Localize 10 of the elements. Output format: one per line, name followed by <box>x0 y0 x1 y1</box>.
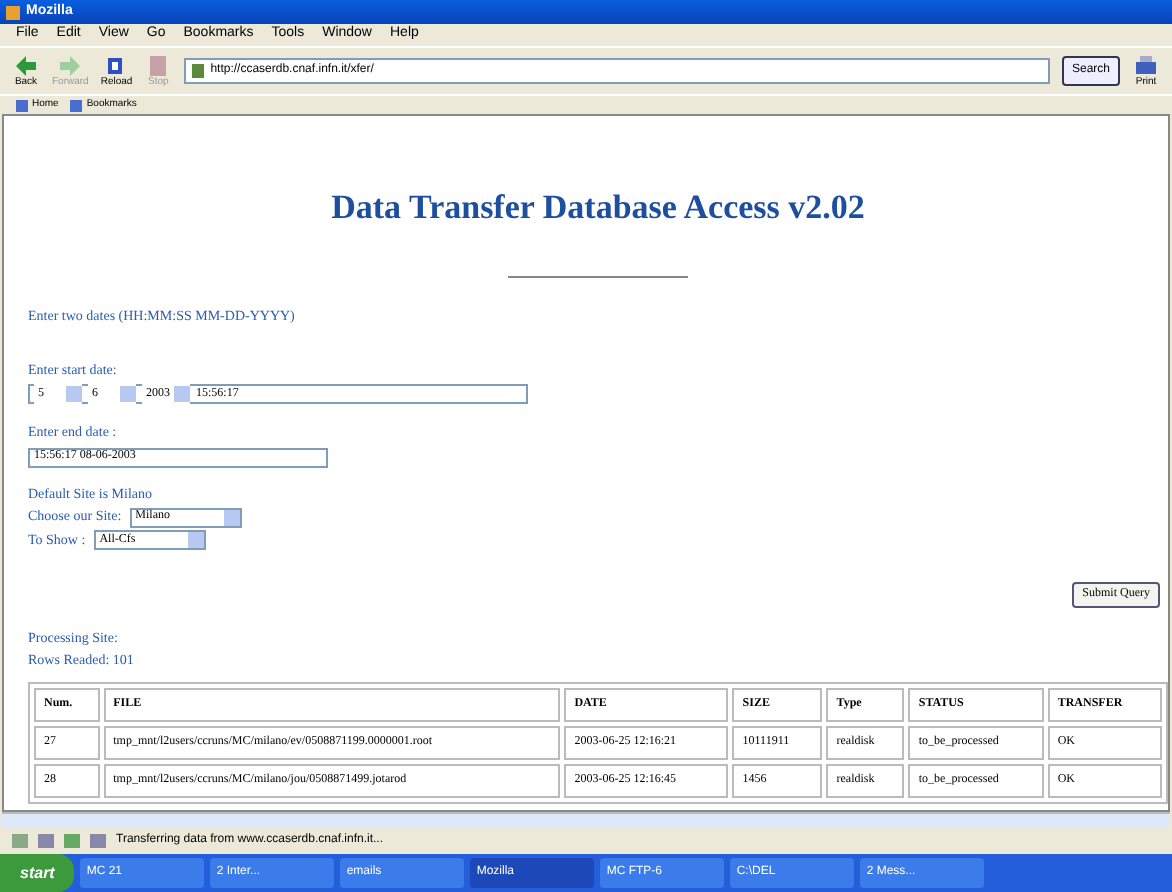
back-arrow-icon <box>12 54 40 78</box>
page-icon <box>192 64 205 78</box>
horizontal-scrollbar[interactable] <box>2 812 1170 828</box>
app-icon <box>6 5 20 19</box>
bookmark-icon <box>16 99 28 111</box>
start-button[interactable]: start <box>0 854 75 892</box>
forward-arrow-icon <box>56 54 85 78</box>
bookmark-icon <box>70 99 83 111</box>
page-heading: Data Transfer Database Access v2.02 <box>329 188 867 229</box>
printer-icon <box>1132 54 1160 78</box>
